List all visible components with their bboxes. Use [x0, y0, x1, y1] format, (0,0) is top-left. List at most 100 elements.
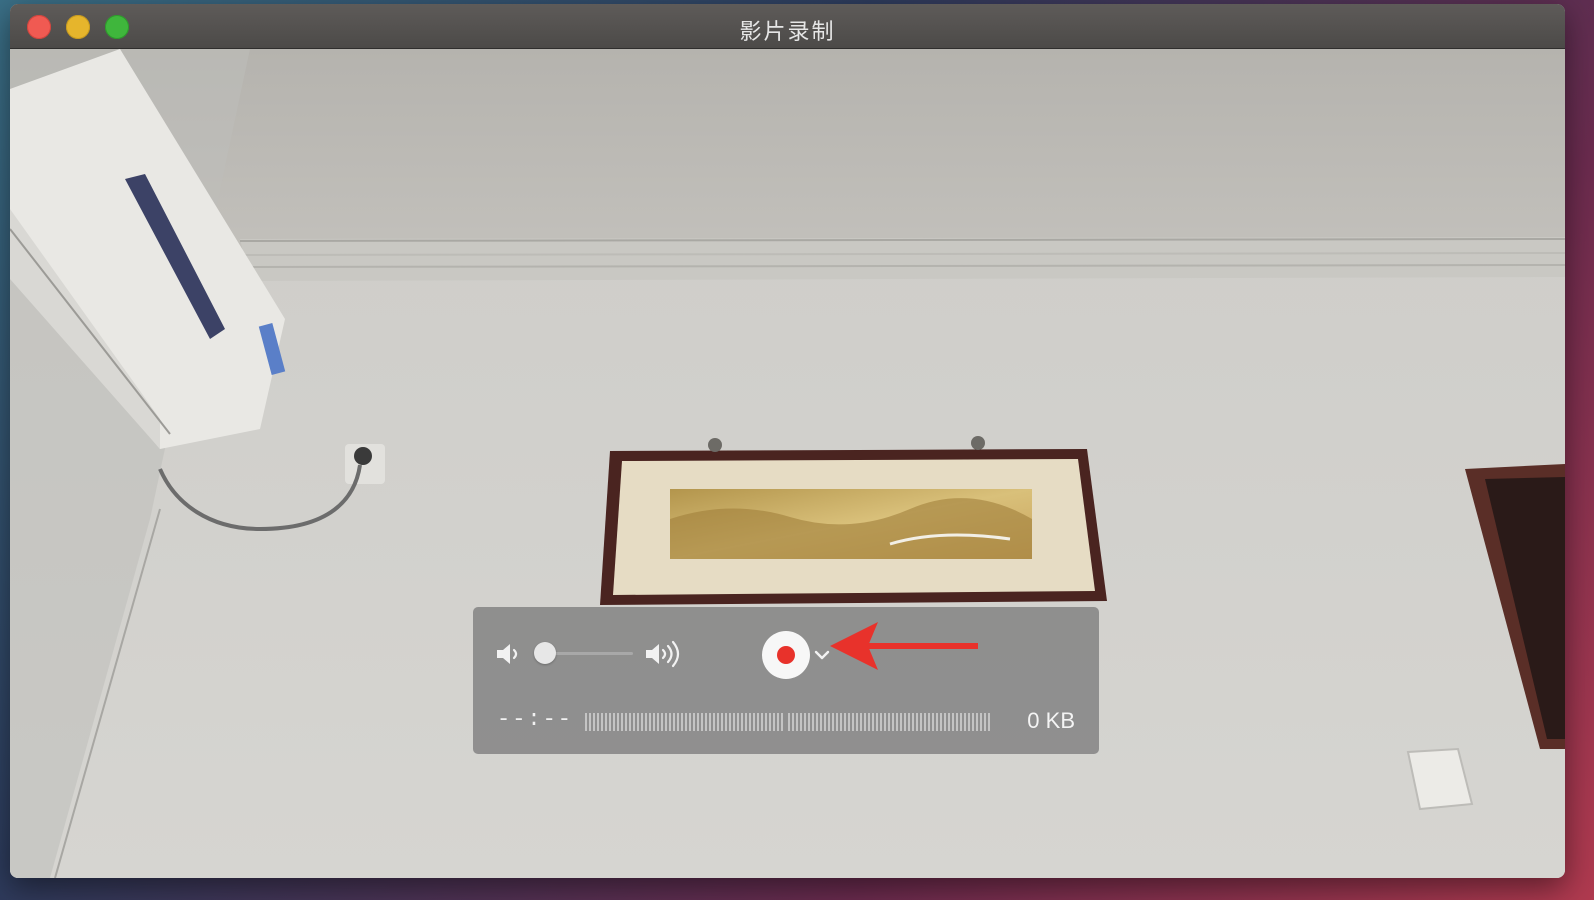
- meter-tick: [940, 713, 942, 731]
- meter-tick: [852, 713, 854, 731]
- speaker-low-icon[interactable]: [495, 640, 523, 668]
- meter-tick: [749, 713, 751, 731]
- meter-tick: [597, 713, 599, 731]
- meter-tick: [605, 713, 607, 731]
- meter-tick: [613, 713, 615, 731]
- meter-tick: [812, 713, 814, 731]
- meter-tick: [601, 713, 603, 731]
- meter-tick: [625, 713, 627, 731]
- meter-tick: [796, 713, 798, 731]
- red-arrow-icon: [830, 622, 978, 670]
- meter-tick: [741, 713, 743, 731]
- meter-tick: [836, 713, 838, 731]
- meter-tick: [729, 713, 731, 731]
- meter-tick: [820, 713, 822, 731]
- meter-tick: [892, 713, 894, 731]
- record-icon: [777, 646, 795, 664]
- wall-painting: [600, 436, 1107, 605]
- meter-tick: [781, 713, 783, 731]
- volume-slider-thumb[interactable]: [534, 642, 556, 664]
- meter-tick: [804, 713, 806, 731]
- meter-tick: [765, 713, 767, 731]
- meter-tick: [757, 713, 759, 731]
- meter-tick: [856, 713, 858, 731]
- meter-tick: [884, 713, 886, 731]
- meter-tick: [585, 713, 587, 731]
- meter-tick: [641, 713, 643, 731]
- meter-tick: [657, 713, 659, 731]
- meter-tick: [697, 713, 699, 731]
- meter-tick: [753, 713, 755, 731]
- meter-tick: [777, 713, 779, 731]
- recording-controls: --:-- 0 KB: [473, 607, 1099, 754]
- meter-tick: [848, 713, 850, 731]
- meter-tick: [980, 713, 982, 731]
- meter-tick: [725, 713, 727, 731]
- meter-tick: [669, 713, 671, 731]
- meter-tick: [665, 713, 667, 731]
- meter-tick: [904, 713, 906, 731]
- meter-tick: [709, 713, 711, 731]
- meter-tick: [908, 713, 910, 731]
- meter-tick: [733, 713, 735, 731]
- meter-tick: [713, 713, 715, 731]
- meter-tick: [677, 713, 679, 731]
- meter-tick: [673, 713, 675, 731]
- meter-tick: [637, 713, 639, 731]
- meter-tick: [976, 713, 978, 731]
- window-title: 影片录制: [739, 19, 836, 44]
- meter-tick: [685, 713, 687, 731]
- meter-tick: [629, 713, 631, 731]
- meter-tick: [693, 713, 695, 731]
- meter-tick: [928, 713, 930, 731]
- meter-tick: [705, 713, 707, 731]
- meter-tick: [701, 713, 703, 731]
- meter-tick: [808, 713, 810, 731]
- meter-tick: [920, 713, 922, 731]
- meter-tick: [916, 713, 918, 731]
- meter-tick: [788, 713, 790, 731]
- meter-tick: [972, 713, 974, 731]
- meter-tick: [589, 713, 591, 731]
- meter-tick: [888, 713, 890, 731]
- meter-tick: [769, 713, 771, 731]
- meter-tick: [880, 713, 882, 731]
- meter-tick: [872, 713, 874, 731]
- meter-tick: [924, 713, 926, 731]
- meter-tick: [816, 713, 818, 731]
- title-bar[interactable]: 影片录制: [10, 4, 1565, 49]
- meter-tick: [649, 713, 651, 731]
- meter-tick: [952, 713, 954, 731]
- quicktime-window: 影片录制 --:-- 0 KB: [10, 4, 1565, 878]
- meter-tick: [617, 713, 619, 731]
- meter-tick: [844, 713, 846, 731]
- meter-tick: [900, 713, 902, 731]
- audio-level-meter: [585, 713, 990, 731]
- meter-tick: [681, 713, 683, 731]
- meter-tick: [932, 713, 934, 731]
- meter-tick: [717, 713, 719, 731]
- meter-tick: [936, 713, 938, 731]
- meter-tick: [968, 713, 970, 731]
- meter-tick: [689, 713, 691, 731]
- meter-tick: [653, 713, 655, 731]
- meter-tick: [876, 713, 878, 731]
- record-button[interactable]: [762, 631, 810, 679]
- meter-tick: [621, 713, 623, 731]
- meter-tick: [800, 713, 802, 731]
- meter-tick: [721, 713, 723, 731]
- meter-tick: [840, 713, 842, 731]
- meter-tick: [824, 713, 826, 731]
- meter-tick: [828, 713, 830, 731]
- meter-tick: [609, 713, 611, 731]
- meter-tick: [737, 713, 739, 731]
- meter-tick: [896, 713, 898, 731]
- meter-tick: [761, 713, 763, 731]
- meter-tick: [832, 713, 834, 731]
- meter-tick: [661, 713, 663, 731]
- speaker-high-icon[interactable]: [644, 640, 690, 668]
- meter-tick: [745, 713, 747, 731]
- volume-slider-track[interactable]: [545, 652, 633, 655]
- meter-tick: [593, 713, 595, 731]
- meter-tick: [645, 713, 647, 731]
